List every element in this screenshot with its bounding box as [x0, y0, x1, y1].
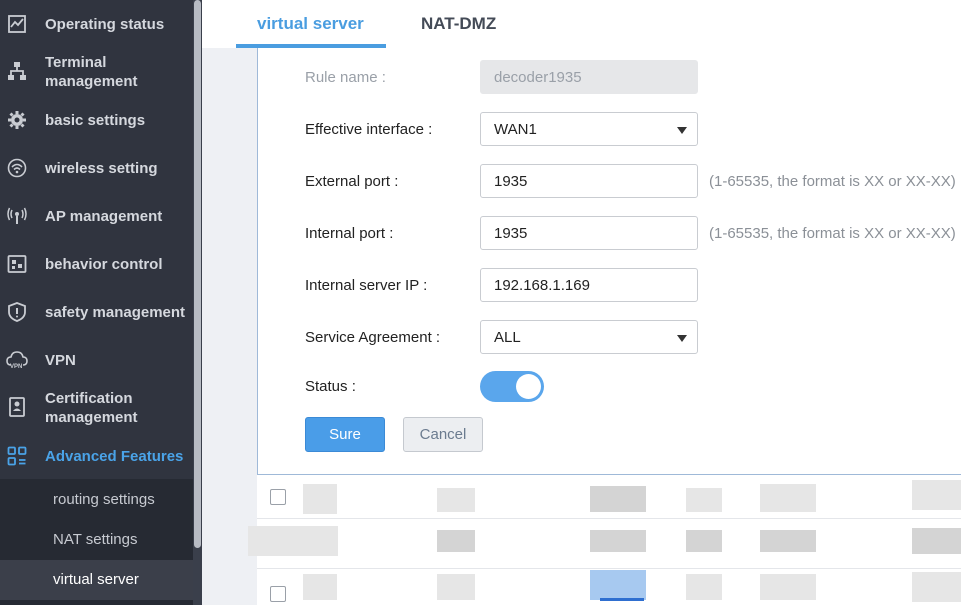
sidebar-item-operating-status[interactable]: Operating status — [0, 12, 193, 36]
sidebar-subitem-routing-settings[interactable]: routing settings — [0, 480, 193, 520]
internal-port-label: Internal port : — [305, 225, 394, 242]
gear-icon — [6, 109, 28, 131]
antenna-icon — [6, 205, 28, 227]
blurred-cell — [437, 530, 475, 552]
sidebar-item-terminal-management[interactable]: Terminal management — [0, 52, 193, 92]
blurred-cell — [303, 574, 337, 600]
blurred-cell — [590, 530, 646, 552]
blurred-cell — [686, 488, 722, 512]
sidebar-item-label: behavior control — [45, 256, 163, 273]
table-row-checkbox[interactable] — [270, 489, 286, 505]
chart-icon — [6, 13, 28, 35]
sidebar-item-label: wireless setting — [45, 160, 158, 177]
sidebar-item-label: Advanced Features — [45, 448, 184, 465]
sidebar-subitem-label: NAT settings — [53, 531, 138, 548]
advanced-features-submenu: routing settings NAT settings virtual se… — [0, 479, 193, 605]
blurred-cell — [760, 574, 816, 600]
sidebar-item-vpn[interactable]: VPN VPN — [0, 348, 193, 372]
effective-interface-value: WAN1 — [494, 121, 537, 138]
blurred-cell — [912, 480, 961, 510]
sidebar: Operating status Terminal management bas… — [0, 0, 193, 605]
service-agreement-select[interactable]: ALL — [480, 320, 698, 354]
sidebar-item-label: Operating status — [45, 16, 165, 33]
chevron-down-icon — [677, 335, 687, 342]
shield-icon — [6, 301, 28, 323]
blurred-cell — [912, 528, 961, 554]
blurred-cell — [600, 598, 644, 601]
sidebar-item-basic-settings[interactable]: basic settings — [0, 108, 193, 132]
internal-port-hint: (1-65535, the format is XX or XX-XX) — [709, 225, 956, 242]
cancel-button[interactable]: Cancel — [403, 417, 483, 452]
external-port-input[interactable]: 1935 — [480, 164, 698, 198]
sidebar-subitem-virtual-server[interactable]: virtual server — [0, 560, 193, 600]
blurred-cell — [686, 574, 722, 600]
effective-interface-label: Effective interface : — [305, 121, 433, 138]
rule-name-label: Rule name : — [305, 69, 386, 86]
sidebar-item-label: Terminal management — [45, 54, 138, 90]
rule-name-field: decoder1935 — [480, 60, 698, 94]
certificate-icon — [6, 396, 28, 418]
sidebar-item-label: Certification management — [45, 390, 138, 426]
internal-server-ip-input[interactable]: 192.168.1.169 — [480, 268, 698, 302]
sidebar-item-label: safety management — [45, 304, 186, 321]
sidebar-subitem-label: virtual server — [53, 571, 139, 588]
sidebar-item-label: basic settings — [45, 112, 146, 129]
table-row-divider — [257, 518, 961, 519]
service-agreement-value: ALL — [494, 329, 521, 346]
tab-virtual-server[interactable]: virtual server — [257, 14, 364, 34]
external-port-label: External port : — [305, 173, 399, 190]
sidebar-item-certification-management[interactable]: Certification management — [0, 388, 193, 428]
status-label: Status : — [305, 378, 356, 395]
wifi-icon — [6, 157, 28, 179]
blurred-cell — [248, 526, 338, 556]
sidebar-item-label: AP management — [45, 208, 163, 225]
sidebar-subitem-nat-settings[interactable]: NAT settings — [0, 520, 193, 560]
internal-server-ip-label: Internal server IP : — [305, 277, 428, 294]
internal-port-input[interactable]: 1935 — [480, 216, 698, 250]
blurred-cell — [437, 488, 475, 512]
sidebar-subitem-label: routing settings — [53, 491, 155, 508]
svg-text:VPN: VPN — [10, 364, 22, 370]
blurred-cell — [760, 530, 816, 552]
blurred-cell — [912, 572, 961, 602]
service-agreement-label: Service Agreement : — [305, 329, 441, 346]
blurred-cell — [760, 484, 816, 512]
sidebar-item-label: VPN — [45, 352, 76, 369]
vpn-cloud-icon: VPN — [6, 349, 28, 371]
internal-port-value: 1935 — [494, 225, 528, 242]
chevron-down-icon — [677, 127, 687, 134]
blurred-cell — [590, 486, 646, 512]
sidebar-item-wireless-setting[interactable]: wireless setting — [0, 156, 193, 180]
external-port-hint: (1-65535, the format is XX or XX-XX) — [709, 173, 956, 190]
sidebar-item-advanced-features[interactable]: Advanced Features — [0, 444, 193, 468]
sidebar-scrollbar-thumb[interactable] — [194, 0, 201, 548]
behavior-icon — [6, 253, 28, 275]
sidebar-item-behavior-control[interactable]: behavior control — [0, 252, 193, 276]
blurred-cell — [303, 484, 337, 514]
blurred-cell — [686, 530, 722, 552]
tab-bar: virtual server NAT-DMZ — [202, 0, 961, 48]
rule-name-value: decoder1935 — [494, 69, 582, 86]
sidebar-item-ap-management[interactable]: AP management — [0, 204, 193, 228]
sure-button[interactable]: Sure — [305, 417, 385, 452]
tab-nat-dmz[interactable]: NAT-DMZ — [421, 14, 496, 34]
sidebar-item-safety-management[interactable]: safety management — [0, 300, 193, 324]
external-port-value: 1935 — [494, 173, 528, 190]
effective-interface-select[interactable]: WAN1 — [480, 112, 698, 146]
blurred-cell — [590, 570, 646, 600]
table-row-checkbox[interactable] — [270, 586, 286, 602]
internal-server-ip-value: 192.168.1.169 — [494, 277, 590, 294]
grid-icon — [6, 445, 28, 467]
status-toggle[interactable] — [480, 371, 544, 402]
table-row-divider — [257, 568, 961, 569]
network-icon — [6, 60, 28, 82]
toggle-knob — [516, 374, 541, 399]
blurred-cell — [437, 574, 475, 600]
